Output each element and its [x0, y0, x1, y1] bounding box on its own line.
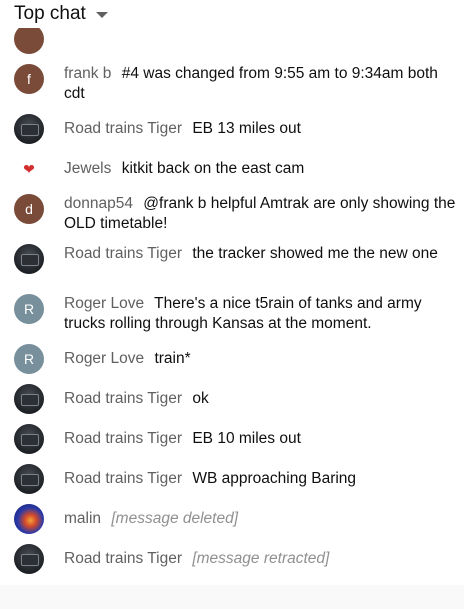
message-text: #4 was changed from 9:55 am to 9:34am bo… [64, 65, 438, 102]
avatar[interactable] [14, 504, 44, 534]
message-deleted-text: [message deleted] [111, 510, 239, 527]
author-name[interactable]: Road trains Tiger [64, 245, 182, 262]
message-text: the tracker showed me the new one [192, 245, 438, 262]
avatar-initial: d [25, 201, 33, 217]
message-text: ok [192, 390, 209, 407]
avatar[interactable] [14, 244, 44, 274]
message-text: train* [154, 350, 191, 367]
author-name[interactable]: frank b [64, 65, 111, 82]
avatar[interactable]: f [14, 64, 44, 94]
author-name[interactable]: Road trains Tiger [64, 470, 182, 487]
avatar-initial: f [27, 71, 31, 87]
chat-panel: f frank b #4 was changed from 9:55 am to… [0, 0, 464, 585]
avatar[interactable] [14, 424, 44, 454]
avatar [14, 24, 44, 54]
message-text: WB approaching Baring [192, 470, 357, 487]
avatar[interactable]: R [14, 294, 44, 324]
caret-down-icon [95, 12, 108, 18]
message-retracted-text: [message retracted] [192, 550, 330, 567]
heart-icon: ❤ [23, 160, 35, 177]
author-name[interactable]: Road trains Tiger [64, 390, 182, 407]
avatar-initial: R [23, 351, 35, 367]
avatar[interactable]: ❤ [14, 154, 44, 184]
message-text: kitkit back on the east cam [121, 160, 305, 177]
author-name[interactable]: Road trains Tiger [64, 430, 182, 447]
avatar[interactable]: R [14, 344, 44, 374]
author-name[interactable]: Jewels [64, 160, 111, 177]
author-name[interactable]: malin [64, 510, 101, 527]
avatar[interactable] [14, 464, 44, 494]
author-name[interactable]: Roger Love [64, 295, 144, 312]
avatar[interactable] [14, 384, 44, 414]
author-name[interactable]: Road trains Tiger [64, 120, 182, 137]
avatar[interactable] [14, 114, 44, 144]
top-chat-dropdown[interactable]: Top chat [14, 3, 108, 25]
avatar[interactable]: d [14, 194, 44, 224]
avatar-initial: R [23, 301, 35, 317]
author-name[interactable]: Roger Love [64, 350, 144, 367]
header-title: Top chat [14, 3, 86, 24]
author-name[interactable]: Road trains Tiger [64, 550, 182, 567]
message-text: EB 10 miles out [192, 430, 301, 447]
avatar[interactable] [14, 544, 44, 574]
author-name[interactable]: donnap54 [64, 195, 133, 212]
chat-header: Top chat [0, 0, 464, 28]
message-text: EB 13 miles out [192, 120, 301, 137]
